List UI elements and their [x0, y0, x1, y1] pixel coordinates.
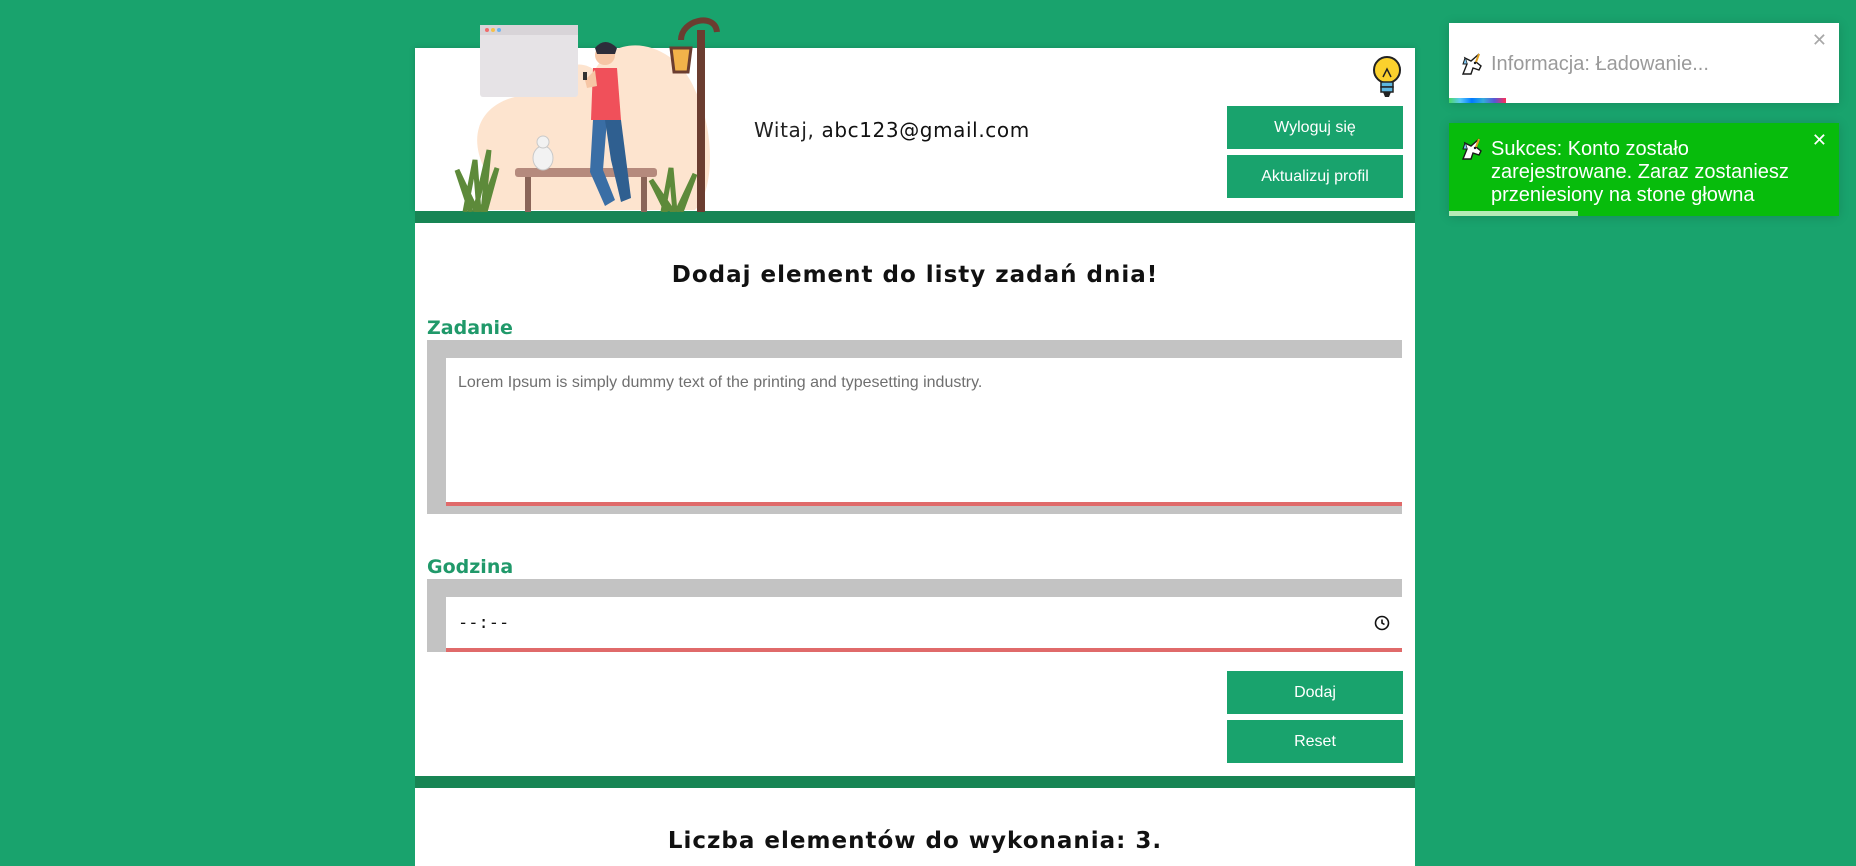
- clock-icon[interactable]: [1374, 615, 1390, 631]
- task-count-title: Liczba elementów do wykonania: 3.: [667, 828, 1163, 854]
- page: Witaj, abc123@gmail.com Wyloguj się Aktu…: [0, 0, 1856, 866]
- greeting: Witaj, abc123@gmail.com: [754, 118, 1030, 142]
- logout-button[interactable]: Wyloguj się: [1227, 106, 1403, 149]
- add-button[interactable]: Dodaj: [1227, 671, 1403, 714]
- success-toast[interactable]: Sukces: Konto zostało zarejestrowane. Za…: [1449, 123, 1839, 216]
- greeting-prefix: Witaj,: [754, 118, 822, 142]
- unicorn-icon: [1461, 53, 1482, 75]
- task-label: Zadanie: [427, 317, 513, 339]
- success-toast-body: Sukces: Konto zostało zarejestrowane. Za…: [1459, 138, 1799, 207]
- header-divider: [415, 211, 1415, 223]
- info-toast[interactable]: Informacja: Ładowanie... ✕: [1449, 23, 1839, 103]
- task-list-card: [415, 788, 1415, 866]
- success-toast-progress: [1449, 211, 1578, 216]
- time-input[interactable]: --:--: [446, 597, 1402, 652]
- task-textarea[interactable]: Lorem Ipsum is simply dummy text of the …: [446, 358, 1402, 506]
- user-email: abc123@gmail.com: [821, 118, 1030, 142]
- close-icon[interactable]: ✕: [1812, 31, 1827, 49]
- time-placeholder: --:--: [458, 612, 510, 633]
- unicorn-icon: [1461, 138, 1482, 160]
- close-icon[interactable]: ✕: [1812, 131, 1827, 149]
- header-illustration: [454, 17, 720, 212]
- time-field-frame: --:--: [427, 579, 1402, 652]
- task-placeholder: Lorem Ipsum is simply dummy text of the …: [458, 374, 983, 391]
- success-toast-text: Sukces: Konto zostało zarejestrowane. Za…: [1491, 138, 1789, 206]
- info-toast-text: Informacja: Ładowanie...: [1491, 53, 1709, 75]
- task-field-frame: Lorem Ipsum is simply dummy text of the …: [427, 340, 1402, 514]
- time-label: Godzina: [427, 556, 514, 578]
- update-profile-button[interactable]: Aktualizuj profil: [1227, 155, 1403, 198]
- form-divider: [415, 776, 1415, 788]
- info-toast-progress: [1449, 98, 1506, 103]
- form-title: Dodaj element do listy zadań dnia!: [671, 262, 1159, 288]
- info-toast-body: Informacja: Ładowanie...: [1459, 53, 1799, 76]
- reset-button[interactable]: Reset: [1227, 720, 1403, 763]
- lightbulb-icon[interactable]: [1372, 55, 1402, 99]
